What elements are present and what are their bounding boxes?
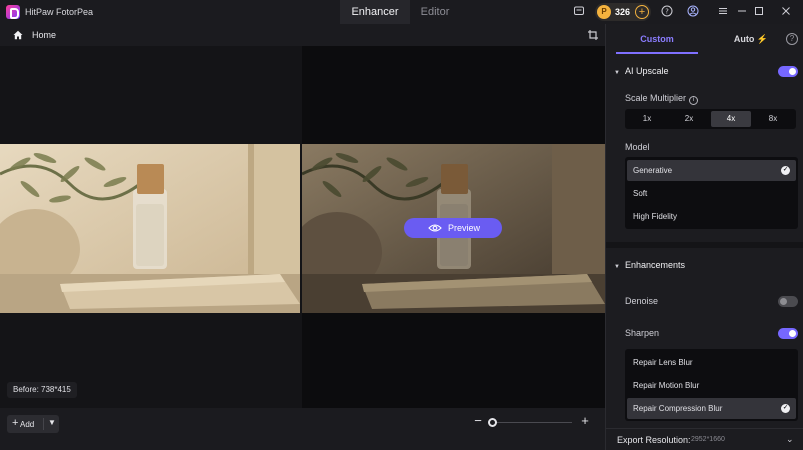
sharpen-option-label: Repair Compression Blur [633,404,723,413]
title-bar: HitPaw FotorPea Enhancer Editor P 326 + … [0,0,803,24]
tab-enhancer[interactable]: Enhancer [340,0,410,24]
chevron-down-icon[interactable]: ▼ [48,418,56,427]
ai-upscale-title: AI Upscale [624,66,669,76]
enhancements-section: ▼ Enhancements Denoise Sharpen Repair Len… [606,248,803,428]
tab-auto[interactable]: Auto ⚡ [726,24,776,54]
export-resolution-label: Export Resolution: [617,435,691,445]
plus-icon: + [12,417,19,429]
scale-multiplier-label: Scale Multiplier i [625,93,699,105]
account-icon[interactable] [686,5,700,19]
model-list: Generative ✓ Soft High Fidelity [625,157,798,229]
denoise-label: Denoise [625,296,659,306]
image-canvas[interactable]: Preview Before: 738*415 [0,46,605,408]
ai-upscale-section: ▼ AI Upscale Scale Multiplier i 1x 2x 4x 8… [606,56,803,258]
lightning-icon: ⚡ [756,34,769,44]
tab-editor[interactable]: Editor [410,0,460,24]
before-size-badge: Before: 738*415 [7,382,77,398]
tab-custom[interactable]: Custom [616,24,698,54]
menu-icon[interactable] [716,5,730,19]
model-option-label: Generative [633,166,673,175]
canvas-toolbar: Home [0,24,605,46]
app-logo-icon [6,5,20,19]
sharpen-option-motion-blur[interactable]: Repair Motion Blur [627,375,796,396]
scale-multiplier-group: 1x 2x 4x 8x [625,109,796,129]
double-chevron-down-icon[interactable]: ⌄ [786,434,794,445]
enhancements-header[interactable]: ▼ Enhancements [614,260,685,270]
scale-option-1x[interactable]: 1x [627,111,667,127]
sharpen-option-lens-blur[interactable]: Repair Lens Blur [627,352,796,373]
sharpen-options-list: Repair Lens Blur Repair Motion Blur Repa… [625,349,798,421]
sharpen-label: Sharpen [625,328,660,338]
sharpen-option-compression-blur[interactable]: Repair Compression Blur ✓ [627,398,796,419]
preview-label: Preview [448,223,481,233]
settings-panel: Custom Auto ⚡ ? ▼ AI Upscale Scale Multip… [605,24,803,450]
scale-option-8x[interactable]: 8x [753,111,793,127]
denoise-toggle[interactable] [778,296,798,307]
panel-help-icon[interactable]: ? [786,33,798,45]
before-image [0,144,300,313]
tab-auto-label: Auto [733,34,755,44]
model-option-high-fidelity[interactable]: High Fidelity [627,206,796,227]
add-label: Add [20,420,35,429]
zoom-in-icon[interactable]: + [579,414,591,428]
caret-down-icon: ▼ [614,70,620,76]
zoom-out-icon[interactable]: − [472,414,484,428]
export-resolution-bar[interactable]: Export Resolution: 2952*1660 ⌄ [606,428,803,450]
app-title: HitPaw FotorPea [25,7,94,17]
maximize-icon[interactable] [752,5,766,19]
sharpen-toggle[interactable] [778,328,798,339]
ai-upscale-header[interactable]: ▼ AI Upscale [614,66,668,76]
bottom-bar: + Add ▼ − + [0,408,605,450]
add-divider [43,418,44,430]
model-option-generative[interactable]: Generative ✓ [627,160,796,181]
crop-icon[interactable] [587,29,599,41]
info-icon[interactable]: i [689,96,699,105]
export-resolution-value: 2952*1660 [691,436,725,443]
minimize-icon[interactable] [735,5,749,19]
svg-text:?: ? [665,8,669,16]
ai-upscale-toggle[interactable] [778,66,798,77]
message-icon[interactable] [572,5,586,19]
eye-icon [428,223,442,233]
enhancements-title: Enhancements [624,260,685,270]
home-icon[interactable] [12,29,24,41]
credits-count: 326 [615,7,631,17]
caret-down-icon: ▼ [614,264,620,270]
check-icon: ✓ [781,166,790,175]
model-option-soft[interactable]: Soft [627,183,796,204]
add-credits-icon[interactable]: + [635,5,649,19]
coin-icon: P [597,5,611,19]
zoom-slider[interactable] [492,422,572,423]
zoom-slider-handle[interactable] [488,418,497,427]
scale-multiplier-text: Scale Multiplier [625,93,687,103]
credits-badge[interactable]: P 326 + [595,3,651,21]
add-button[interactable]: + Add ▼ [7,415,59,433]
scale-option-4x[interactable]: 4x [711,111,751,127]
check-icon: ✓ [781,404,790,413]
home-link[interactable]: Home [32,30,56,40]
help-icon[interactable]: ? [660,5,674,19]
preview-button[interactable]: Preview [404,218,502,238]
model-label: Model [625,142,650,152]
scale-option-2x[interactable]: 2x [669,111,709,127]
close-icon[interactable] [779,5,793,19]
